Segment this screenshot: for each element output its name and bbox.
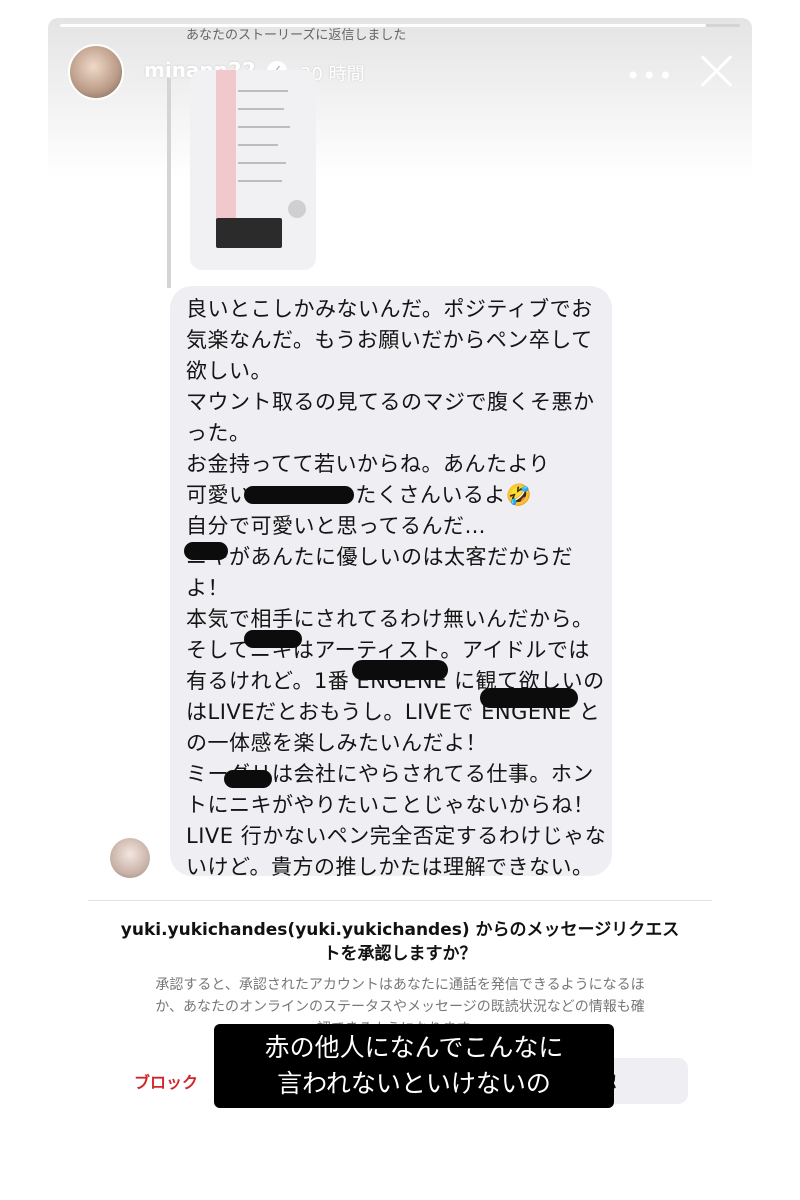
- avatar[interactable]: [68, 44, 124, 100]
- message-line: いけど。貴方の推しかたは理解できない。: [186, 855, 594, 879]
- reply-note: あなたのストーリーズに返信しました: [186, 28, 407, 43]
- thumbnail-avatar: [288, 200, 306, 218]
- quote-bar: [167, 78, 171, 288]
- block-label: ブロック: [134, 1073, 199, 1092]
- redaction-mark: [244, 486, 354, 504]
- thumbnail-text-line: [238, 162, 286, 164]
- sender-avatar[interactable]: [110, 838, 150, 878]
- story-viewer: あなたのストーリーズに返信しました minann22 ✓ 20 時間 ••• 良…: [48, 18, 752, 1182]
- message-line: よ！: [186, 576, 229, 600]
- thumbnail-dark-box: [216, 218, 282, 248]
- message-line: 欲しい。: [186, 359, 272, 383]
- thumbnail-text-line: [238, 108, 284, 110]
- request-desc-line: か、あなたのオンラインのステータスやメッセージの既読状況などの情報も確: [155, 999, 645, 1015]
- thumbnail-text-line: [238, 144, 278, 146]
- thumbnail-text-line: [238, 90, 288, 92]
- message-line: 良いとこしかみないんだ。ポジティブでお: [186, 297, 593, 321]
- message-line: ニキがあんたに優しいのは太客だからだ: [186, 545, 573, 569]
- caption-line: 赤の他人になんでこんなに: [264, 1033, 564, 1062]
- message-line: 自分で可愛いと思ってるんだ…: [186, 514, 486, 538]
- redaction-mark: [244, 630, 302, 648]
- thumbnail-text-line: [238, 180, 282, 182]
- message-line: トにニキがやりたいことじゃないからね！: [186, 793, 595, 817]
- message-text: 良いとこしかみないんだ。ポジティブでお 気楽なんだ。もうお願いだからペン卒して …: [186, 294, 626, 883]
- redaction-mark: [184, 542, 228, 560]
- request-title-line: トを承認しますか？: [323, 944, 477, 964]
- message-line: 気楽なんだ。もうお願いだからペン卒して: [186, 328, 593, 352]
- request-title: yuki.yukichandes(yuki.yukichandes) からのメッ…: [108, 918, 692, 966]
- thumbnail-pink-strip: [216, 70, 236, 230]
- request-title-line: yuki.yukichandes(yuki.yukichandes) からのメッ…: [120, 920, 680, 940]
- message-line: LIVE 行かないペン完全否定するわけじゃな: [186, 824, 607, 848]
- caption-line: 言われないといけないの: [277, 1069, 551, 1098]
- message-line: の一体感を楽しみたいんだよ！: [186, 731, 487, 755]
- redaction-mark: [352, 660, 448, 680]
- close-icon[interactable]: [696, 50, 736, 90]
- story-caption: 赤の他人になんでこんなに 言われないといけないの: [214, 1024, 614, 1108]
- redaction-mark: [480, 688, 578, 708]
- redaction-mark: [224, 770, 272, 788]
- more-dots-icon[interactable]: •••: [626, 62, 674, 90]
- message-line: った。: [186, 421, 251, 445]
- replied-story-thumbnail[interactable]: [190, 70, 316, 270]
- request-desc-line: 承認すると、承認されたアカウントはあなたに通話を発信できるようになるほ: [155, 977, 645, 993]
- message-line: マウント取るの見てるのマジで腹くそ悪か: [186, 390, 595, 414]
- divider: [88, 900, 712, 901]
- thumbnail-text-line: [238, 126, 290, 128]
- message-line: お金持ってて若いからね。あんたより: [186, 452, 551, 476]
